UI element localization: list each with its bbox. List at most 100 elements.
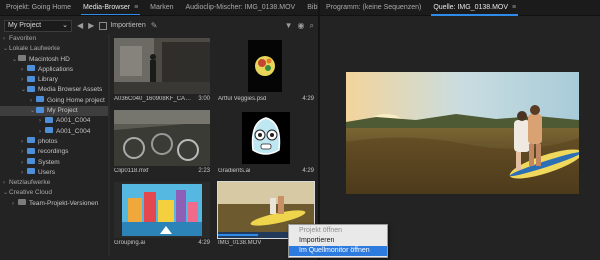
media-duration: 4:29 bbox=[198, 240, 210, 246]
media-caption: Clip0118.mxf 2:23 bbox=[114, 168, 210, 177]
tree-item[interactable]: ⌄ Media Browser Assets bbox=[0, 85, 108, 95]
folder-icon bbox=[27, 85, 35, 92]
media-name: Grouping.ai bbox=[114, 240, 146, 246]
back-icon[interactable]: ◀ bbox=[77, 21, 83, 30]
tree-item-label: Applications bbox=[38, 65, 74, 73]
tree-item[interactable]: › Users bbox=[0, 168, 108, 178]
right-tab-bar: Programm: (keine Sequenzen) Quelle: IMG_0… bbox=[320, 0, 600, 16]
media-item[interactable]: Grouping.ai 4:29 bbox=[114, 182, 210, 250]
folder-icon bbox=[45, 116, 53, 123]
import-checkbox-group[interactable]: Importieren bbox=[99, 21, 146, 30]
tree-item[interactable]: ⌄ Macintosh HD bbox=[0, 55, 108, 65]
media-browser-panel: Projekt: Going Home Media-Browser ≡ Marken A… bbox=[0, 0, 318, 260]
forward-icon[interactable]: ▶ bbox=[88, 21, 94, 30]
media-browser-toolbar: My Project ⌄ ◀ ▶ Importieren ✎ ▼ ◉ ⌕ bbox=[0, 17, 318, 34]
media-duration: 3:00 bbox=[198, 96, 210, 102]
tab-label: Projekt: Going Home bbox=[6, 3, 71, 11]
folder-icon bbox=[27, 158, 35, 165]
tab-0[interactable]: Projekt: Going Home bbox=[0, 0, 77, 15]
media-thumbnail[interactable] bbox=[114, 38, 210, 94]
search-icon[interactable]: ⌕ bbox=[310, 21, 314, 31]
media-name: Artful Veggies.psd bbox=[218, 96, 267, 102]
media-item[interactable]: A036C040_160908KF_CANON.MXF 3:00 bbox=[114, 38, 210, 106]
media-name: Clip0118.mxf bbox=[114, 168, 149, 174]
media-thumbnail[interactable] bbox=[114, 110, 210, 166]
tree-item[interactable]: ⌄Lokale Laufwerke bbox=[0, 44, 108, 54]
project-select[interactable]: My Project ⌄ bbox=[4, 19, 72, 32]
media-item[interactable]: Artful Veggies.psd 4:29 bbox=[218, 38, 314, 106]
media-item[interactable]: Clip0118.mxf 2:23 bbox=[114, 110, 210, 178]
context-menu-item[interactable]: Importieren bbox=[289, 236, 387, 246]
media-duration: 4:29 bbox=[302, 168, 314, 174]
folder-icon bbox=[27, 75, 35, 82]
tree-item[interactable]: › A001_C004 bbox=[0, 116, 108, 126]
chevron-down-icon: ⌄ bbox=[62, 21, 68, 29]
tree-item[interactable]: › System bbox=[0, 158, 108, 168]
tree-item-label: A001_C004 bbox=[56, 117, 91, 125]
tree-item[interactable]: › A001_C004 bbox=[0, 127, 108, 137]
tab-label: Biblio bbox=[307, 3, 318, 11]
tree-item-label: System bbox=[38, 158, 60, 166]
tree-item-label: Macintosh HD bbox=[29, 55, 70, 63]
tree-item-label: Going Home project bbox=[47, 96, 105, 104]
folder-icon bbox=[27, 65, 35, 72]
folder-tree: › Favoriten ⌄Lokale Laufwerke ⌄ Macintosh HD… bbox=[0, 34, 108, 256]
context-menu-item: Projekt öffnen bbox=[299, 227, 343, 234]
folder-icon bbox=[27, 168, 35, 175]
filter-icon[interactable]: ▼ bbox=[285, 21, 293, 30]
hamburger-icon[interactable]: ≡ bbox=[134, 4, 138, 11]
tree-item[interactable]: ⌄Creative Cloud bbox=[0, 188, 108, 198]
tree-item[interactable]: › Going Home project bbox=[0, 96, 108, 106]
media-name: Gradients.ai bbox=[218, 168, 251, 174]
context-menu-item[interactable]: Im Quellmonitor öffnen bbox=[289, 246, 387, 256]
tree-item[interactable]: › Team-Projekt-Versionen bbox=[0, 199, 108, 209]
tab-label: Marken bbox=[150, 3, 174, 11]
project-select-value: My Project bbox=[8, 21, 42, 29]
tree-item-label: Team-Projekt-Versionen bbox=[29, 199, 99, 207]
tree-item[interactable]: › Netzlaufwerke bbox=[0, 178, 108, 188]
folder-icon bbox=[45, 127, 53, 134]
media-thumbnail[interactable] bbox=[218, 38, 314, 94]
tree-item[interactable]: › Applications bbox=[0, 65, 108, 75]
folder-icon bbox=[27, 147, 35, 154]
media-thumbnail[interactable] bbox=[218, 110, 314, 166]
tree-item-label: recordings bbox=[38, 148, 69, 156]
tree-item-label: Favoriten bbox=[9, 35, 37, 42]
left-tab-bar: Projekt: Going Home Media-Browser ≡ Marken A… bbox=[0, 0, 318, 16]
tree-item-label: My Project bbox=[47, 107, 78, 115]
media-grid: A036C040_160908KF_CANON.MXF 3:00 Artful Ve… bbox=[110, 34, 318, 256]
tree-item[interactable]: ⌄ My Project bbox=[0, 106, 108, 117]
tree-item-label: Library bbox=[38, 76, 58, 84]
tree-item[interactable]: › Favoriten bbox=[0, 34, 108, 44]
monitor-tab-1[interactable]: Quelle: IMG_0138.MOV ≡ bbox=[427, 0, 522, 16]
tab-3[interactable]: Audioclip-Mischer: IMG_0138.MOV bbox=[180, 0, 302, 15]
import-label: Importieren bbox=[110, 22, 146, 29]
monitor-tab-0[interactable]: Programm: (keine Sequenzen) bbox=[320, 0, 427, 16]
media-duration: 4:29 bbox=[302, 96, 314, 102]
context-menu: Projekt öffnen Importieren Im Quellmonitor… bbox=[288, 224, 388, 258]
media-caption: Grouping.ai 4:29 bbox=[114, 240, 210, 249]
tree-item-label: Creative Cloud bbox=[9, 189, 52, 197]
tab-4[interactable]: Biblio bbox=[301, 0, 318, 15]
tree-item-label: photos bbox=[38, 137, 58, 145]
tree-item[interactable]: › recordings bbox=[0, 147, 108, 157]
view-icon[interactable]: ◉ bbox=[298, 21, 305, 30]
tab-label: Quelle: IMG_0138.MOV bbox=[433, 3, 509, 11]
surfer-video-frame bbox=[346, 72, 579, 194]
media-thumbnail[interactable] bbox=[114, 182, 210, 238]
media-name: IMG_0138.MOV bbox=[218, 240, 262, 246]
tree-item[interactable]: › photos bbox=[0, 137, 108, 147]
hamburger-icon[interactable]: ≡ bbox=[512, 4, 516, 11]
wrench-icon[interactable]: ✎ bbox=[151, 21, 158, 30]
tree-item-label: Users bbox=[38, 168, 55, 176]
tab-2[interactable]: Marken bbox=[144, 0, 179, 15]
source-monitor-video[interactable] bbox=[346, 72, 579, 194]
folder-icon bbox=[36, 106, 44, 113]
media-item[interactable]: Gradients.ai 4:29 bbox=[218, 110, 314, 178]
drive-icon bbox=[18, 199, 26, 206]
tree-item[interactable]: › Library bbox=[0, 75, 108, 85]
tab-label: Media-Browser bbox=[82, 3, 131, 11]
media-caption: Artful Veggies.psd 4:29 bbox=[218, 96, 314, 105]
import-checkbox[interactable] bbox=[99, 21, 108, 30]
tab-1[interactable]: Media-Browser ≡ bbox=[77, 0, 144, 15]
